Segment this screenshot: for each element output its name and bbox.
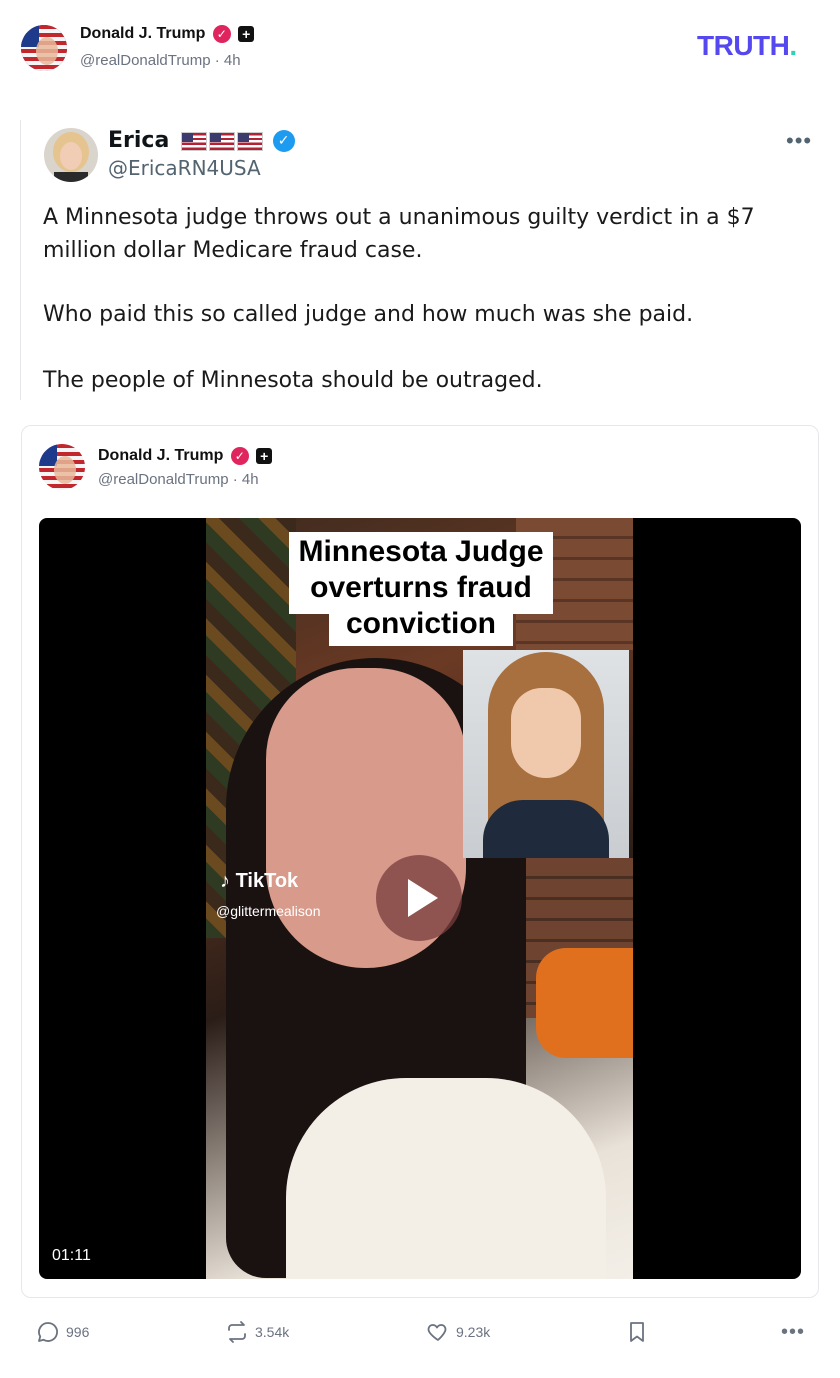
quoted-text-2: Who paid this so called judge and how mu… [43, 302, 694, 327]
play-button-icon[interactable] [376, 855, 462, 941]
inset-face [511, 688, 581, 778]
bookmark-icon [630, 1322, 644, 1342]
author-avatar[interactable] [21, 25, 67, 71]
author-name[interactable]: Donald J. Trump [80, 25, 205, 42]
retruth-button[interactable]: 3.54k [225, 1319, 289, 1345]
embedded-meta: @realDonaldTrump · 4h [98, 471, 259, 488]
plus-badge-icon: + [256, 448, 273, 464]
embedded-author-name[interactable]: Donald J. Trump [98, 447, 223, 464]
author-meta: @realDonaldTrump · 4h [80, 52, 241, 69]
reply-button[interactable]: 996 [36, 1319, 89, 1345]
video-player[interactable]: Minnesota Judge overturns fraud convicti… [39, 518, 801, 1279]
quoted-handle: @EricaRN4USA [108, 156, 261, 180]
tiktok-logo: ♪ TikTok [220, 870, 298, 893]
quoted-avatar [44, 128, 98, 182]
video-caption-line-2: overturns fraud [310, 571, 532, 604]
avatar-image [21, 25, 67, 71]
us-flag-icon [180, 131, 207, 151]
author-name-row: Donald J. Trump ✓ + [80, 25, 255, 43]
us-flag-icon [236, 131, 263, 151]
tiktok-note-icon: ♪ [220, 870, 230, 892]
blue-verified-icon: ✓ [272, 130, 295, 152]
post-time[interactable]: 4h [224, 52, 241, 69]
bookmark-button[interactable] [625, 1319, 649, 1345]
logo-dot: . [789, 30, 797, 61]
time-separator: · [214, 52, 220, 69]
embedded-post-time[interactable]: 4h [242, 471, 259, 488]
like-count: 9.23k [456, 1324, 491, 1340]
orange-pillow [536, 948, 633, 1058]
reply-count: 996 [66, 1324, 90, 1340]
embedded-name-row: Donald J. Trump ✓ + [98, 447, 273, 465]
verified-badge-icon: ✓ [230, 447, 249, 465]
video-duration: 01:11 [52, 1247, 91, 1264]
quoted-avatar-image [44, 128, 98, 182]
tiktok-handle: @glittermealison [216, 903, 321, 919]
truth-logo[interactable]: TRUTH. [697, 30, 797, 62]
verified-badge-icon: ✓ [212, 25, 231, 43]
reply-icon [38, 1322, 58, 1342]
heart-icon [427, 1324, 447, 1341]
us-flag-icon [208, 131, 235, 151]
quoted-text-3: The people of Minnesota should be outrag… [43, 368, 543, 393]
judge-photo-inset [463, 650, 629, 858]
video-caption-line-1: Minnesota Judge [298, 535, 544, 568]
inset-clothing [483, 800, 609, 858]
quoted-name-row: Erica ✓ [108, 128, 295, 153]
embedded-avatar-image [39, 444, 85, 490]
video-caption-line-3: conviction [345, 607, 496, 640]
embedded-author-handle[interactable]: @realDonaldTrump [98, 471, 229, 488]
retruth-count: 3.54k [255, 1324, 290, 1340]
like-button[interactable]: 9.23k [426, 1319, 490, 1345]
retruth-icon [228, 1321, 246, 1343]
quoted-text-1: A Minnesota judge throws out a unanimous… [43, 205, 755, 263]
author-handle[interactable]: @realDonaldTrump [80, 52, 211, 69]
quoted-more-icon: ••• [786, 128, 813, 153]
time-separator: · [232, 471, 238, 488]
tiktok-brand: TikTok [235, 870, 299, 892]
more-options-icon[interactable]: ••• [781, 1319, 805, 1345]
plus-badge-icon: + [238, 26, 255, 42]
person-sweater [286, 1078, 606, 1279]
embedded-author-avatar[interactable] [39, 444, 85, 490]
quoted-name: Erica [108, 128, 170, 153]
logo-text: TRUTH [697, 30, 790, 61]
